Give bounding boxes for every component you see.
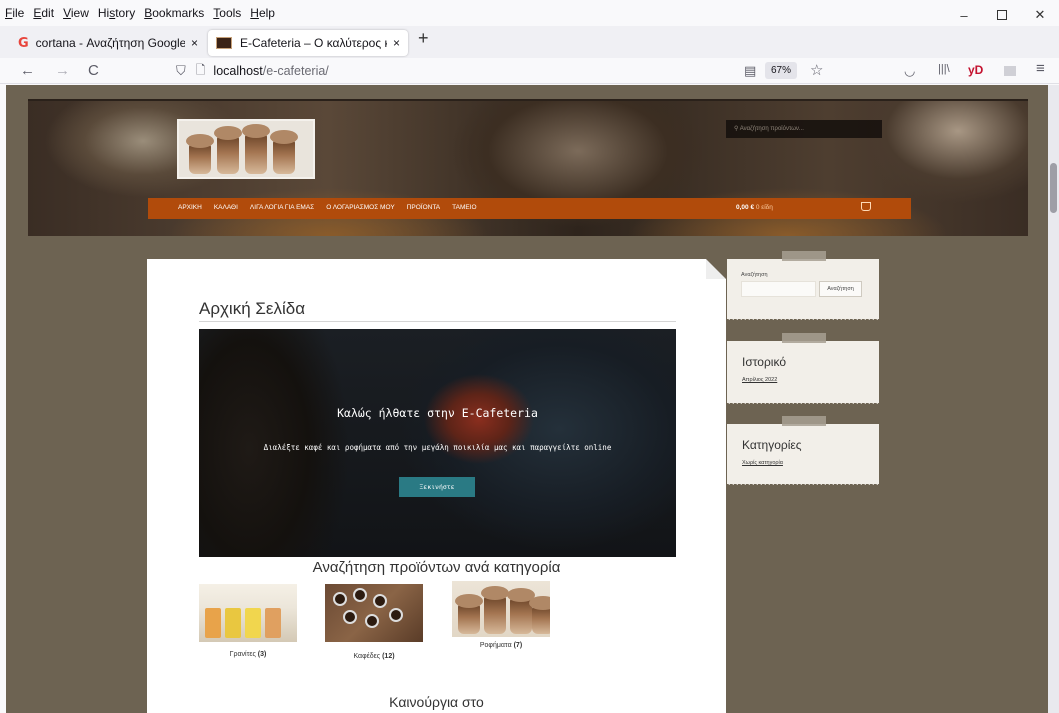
pocket-icon[interactable]: ◡: [904, 63, 915, 79]
browser-menubar: File Edit View History Bookmarks Tools H…: [0, 0, 1059, 26]
nav-item-products[interactable]: ΠΡΟΪΟΝΤΑ: [407, 204, 440, 211]
reload-button[interactable]: C: [88, 62, 99, 79]
nav-item-cart[interactable]: ΚΑΛΑΘΙ: [214, 204, 238, 211]
yd-extension-icon[interactable]: yD: [968, 63, 983, 77]
maximize-icon: [997, 10, 1007, 20]
tab-ecafeteria[interactable]: E-Cafeteria – Ο καλύτερος καφέ ×: [208, 30, 408, 56]
page-info-icon[interactable]: 🗋: [196, 61, 206, 82]
site-favicon-icon: [216, 37, 232, 49]
menu-tools[interactable]: Tools: [213, 6, 241, 20]
page-corner-decoration: [706, 259, 726, 279]
page-title: Αρχική Σελίδα: [199, 299, 306, 318]
navigation-toolbar: ← → C ⛉ 🗋 localhost/e-cafeteria/ ▤ 67% ☆…: [0, 58, 1059, 84]
tab-google[interactable]: G cortana - Αναζήτηση Google ×: [10, 30, 206, 56]
google-icon: G: [18, 35, 29, 51]
close-tab-icon[interactable]: ×: [393, 36, 400, 50]
category-card-coffee[interactable]: Καφέδες (12): [325, 584, 423, 660]
category-card-granita[interactable]: Γρανίτες (3): [199, 584, 297, 658]
categories-widget: Κατηγορίες Χωρίς κατηγορία: [727, 416, 879, 487]
banner-text: Διαλέξτε καφέ και ροφήματα από την μεγάλ…: [263, 443, 612, 452]
categories-widget-title: Κατηγορίες: [742, 438, 802, 452]
menu-bookmarks[interactable]: Bookmarks: [144, 6, 204, 20]
category-caption[interactable]: Ροφήματα (7): [452, 642, 550, 649]
basket-icon[interactable]: [861, 202, 871, 211]
site-logo[interactable]: [177, 119, 315, 179]
search-widget: Αναζήτηση Αναζήτηση: [727, 251, 879, 322]
nav-item-account[interactable]: Ο ΛΟΓΑΡΙΑΣΜΟΣ ΜΟΥ: [326, 204, 394, 211]
archive-widget: Ιστορικό Απρίλιος 2022: [727, 333, 879, 406]
main-navigation: ΑΡΧΙΚΗ ΚΑΛΑΘΙ ΛΙΓΑ ΛΟΓΙΑ ΓΙΑ ΕΜΑΣ Ο ΛΟΓΑ…: [148, 198, 911, 219]
nav-item-checkout[interactable]: ΤΑΜΕΙΟ: [452, 204, 476, 211]
new-tab-button[interactable]: +: [418, 28, 429, 49]
scrollbar-thumb[interactable]: [1050, 163, 1057, 213]
tape-decoration: [782, 416, 826, 426]
extension-icon[interactable]: [1004, 66, 1016, 76]
category-caption[interactable]: Καφέδες (12): [325, 653, 423, 660]
maximize-button[interactable]: [983, 4, 1021, 26]
content-card: Αρχική Σελίδα Καλώς ήλθατε στην E-Cafete…: [147, 259, 726, 713]
cart-items: 0 είδη: [755, 204, 773, 211]
header-search-input[interactable]: ⚲ Αναζήτηση προϊόντων...: [726, 120, 882, 138]
menu-file[interactable]: File: [5, 6, 24, 20]
archive-title: Ιστορικό: [742, 355, 787, 369]
archive-link[interactable]: Απρίλιος 2022: [742, 377, 777, 383]
nav-item-about[interactable]: ΛΙΓΑ ΛΟΓΙΑ ΓΙΑ ΕΜΑΣ: [250, 204, 314, 211]
close-window-button[interactable]: ✕: [1021, 4, 1059, 26]
sidebar-search-input[interactable]: [741, 281, 816, 297]
library-icon[interactable]: |||\: [938, 63, 950, 75]
category-caption[interactable]: Γρανίτες (3): [199, 651, 297, 658]
tape-decoration: [782, 333, 826, 343]
new-products-heading: Καινούργια στο: [389, 694, 484, 710]
menu-view[interactable]: View: [63, 6, 89, 20]
minimize-button[interactable]: –: [945, 4, 983, 26]
category-image-coffee[interactable]: [325, 584, 423, 642]
menu-edit[interactable]: Edit: [33, 6, 54, 20]
start-button[interactable]: Ξεκινήστε: [399, 477, 475, 497]
cart-summary[interactable]: 0,00 € 0 είδη: [736, 204, 773, 211]
url-bar[interactable]: ⛉ 🗋 localhost/e-cafeteria/: [176, 60, 836, 82]
tab-strip: G cortana - Αναζήτηση Google × E-Cafeter…: [0, 26, 1059, 58]
back-button[interactable]: ←: [20, 62, 35, 79]
sidebar-search-button[interactable]: Αναζήτηση: [819, 281, 862, 297]
category-image-drinks[interactable]: [452, 581, 550, 637]
tab-title: cortana - Αναζήτηση Google: [35, 36, 185, 50]
forward-button[interactable]: →: [55, 62, 70, 79]
tracking-shield-icon[interactable]: ⛉: [176, 63, 186, 79]
menu-help[interactable]: Help: [250, 6, 275, 20]
reader-view-icon[interactable]: ▤: [744, 63, 756, 79]
tape-decoration: [782, 251, 826, 261]
menu-list: File Edit View History Bookmarks Tools H…: [5, 6, 275, 20]
tab-title: E-Cafeteria – Ο καλύτερος καφέ: [240, 36, 387, 50]
search-label: Αναζήτηση: [741, 272, 768, 278]
bookmark-star-icon[interactable]: ☆: [810, 61, 823, 79]
page-viewport: ⚲ Αναζήτηση προϊόντων... ΑΡΧΙΚΗ ΚΑΛΑΘΙ Λ…: [6, 85, 1048, 713]
zoom-level-badge[interactable]: 67%: [765, 62, 797, 79]
window-controls: – ✕: [945, 4, 1059, 26]
app-menu-icon[interactable]: ≡: [1036, 60, 1045, 77]
cart-total: 0,00 €: [736, 204, 755, 211]
menu-history[interactable]: History: [98, 6, 135, 20]
url-path: /e-cafeteria/: [262, 64, 329, 78]
welcome-banner: Καλώς ήλθατε στην E-Cafeteria Διαλέξτε κ…: [199, 329, 676, 557]
url-host: localhost: [213, 64, 263, 78]
categories-heading: Αναζήτηση προϊόντων ανά κατηγορία: [312, 559, 561, 576]
page-scrollbar[interactable]: [1048, 85, 1059, 713]
nav-item-home[interactable]: ΑΡΧΙΚΗ: [178, 204, 202, 211]
title-divider: [199, 321, 676, 322]
close-tab-icon[interactable]: ×: [191, 36, 198, 50]
category-card-drinks[interactable]: Ροφήματα (7): [452, 581, 550, 649]
banner-heading: Καλώς ήλθατε στην E-Cafeteria: [337, 406, 538, 420]
uncategorized-link[interactable]: Χωρίς κατηγορία: [742, 460, 783, 466]
category-image-granita[interactable]: [199, 584, 297, 642]
site-header: ⚲ Αναζήτηση προϊόντων... ΑΡΧΙΚΗ ΚΑΛΑΘΙ Λ…: [28, 99, 1028, 236]
